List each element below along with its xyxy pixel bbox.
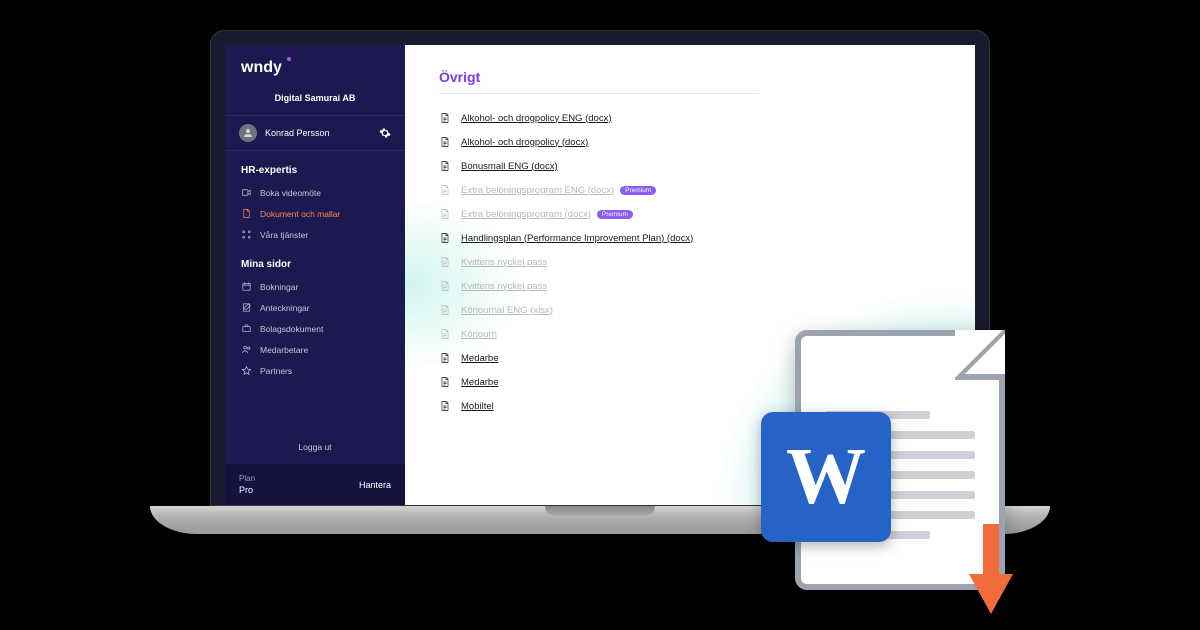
document-label: Alkohol- och drogpolicy (docx) xyxy=(461,137,588,148)
page-title: Övrigt xyxy=(439,69,975,85)
file-corner-icon xyxy=(955,330,1005,380)
user-row[interactable]: Konrad Persson xyxy=(225,115,405,151)
file-icon xyxy=(439,207,451,221)
document-label: Medarbe xyxy=(461,353,499,364)
file-icon xyxy=(439,279,451,293)
document-item[interactable]: Kvittens nyckel pass xyxy=(439,250,975,274)
document-item[interactable]: Alkohol- och drogpolicy (docx) xyxy=(439,130,975,154)
plan-label: Plan xyxy=(239,474,255,483)
file-icon xyxy=(439,183,451,197)
gear-icon[interactable] xyxy=(379,127,391,139)
file-icon xyxy=(439,351,451,365)
document-item[interactable]: Körjournal ENG (xlsx) xyxy=(439,298,975,322)
file-icon xyxy=(439,159,451,173)
word-app-icon: W xyxy=(761,412,891,542)
file-icon xyxy=(439,135,451,149)
user-name: Konrad Persson xyxy=(265,128,379,138)
note-icon xyxy=(241,302,252,313)
people-icon xyxy=(241,344,252,355)
plan-row: Plan Pro Hantera xyxy=(225,464,405,505)
document-label: Körjourn xyxy=(461,329,497,340)
sidebar-item-partners[interactable]: Partners xyxy=(225,360,405,381)
document-icon xyxy=(241,208,252,219)
document-item[interactable]: Alkohol- och drogpolicy ENG (docx) xyxy=(439,106,975,130)
briefcase-icon xyxy=(241,323,252,334)
document-file-icon: W xyxy=(795,330,1005,590)
plan-value: Pro xyxy=(239,485,255,495)
company-name: Digital Samurai AB xyxy=(225,87,405,115)
sidebar-item-medarbetare[interactable]: Medarbetare xyxy=(225,339,405,360)
sidebar-item-tjanster[interactable]: Våra tjänster xyxy=(225,224,405,245)
logo-dot-icon xyxy=(287,57,291,61)
document-item[interactable]: Extra belöningsprogram ENG (docx) Premium xyxy=(439,178,975,202)
document-label: Medarbe xyxy=(461,377,499,388)
sidebar: wndy Digital Samurai AB Konrad Persson H… xyxy=(225,45,405,505)
document-item[interactable]: Handlingsplan (Performance Improvement P… xyxy=(439,226,975,250)
document-label: Alkohol- och drogpolicy ENG (docx) xyxy=(461,113,611,124)
document-label: Extra belöningsprogram (docx) xyxy=(461,209,591,220)
section-title-mina: Mina sidor xyxy=(225,245,405,276)
sidebar-item-boka[interactable]: Boka videomöte xyxy=(225,182,405,203)
video-icon xyxy=(241,187,252,198)
avatar xyxy=(239,124,257,142)
file-icon xyxy=(439,303,451,317)
document-label: Körjournal ENG (xlsx) xyxy=(461,305,553,316)
document-label: Extra belöningsprogram ENG (docx) xyxy=(461,185,614,196)
file-icon xyxy=(439,399,451,413)
star-icon xyxy=(241,365,252,376)
sidebar-item-bokningar[interactable]: Bokningar xyxy=(225,276,405,297)
sidebar-item-bolagsdokument[interactable]: Bolagsdokument xyxy=(225,318,405,339)
file-icon xyxy=(439,375,451,389)
manage-link[interactable]: Hantera xyxy=(359,480,391,490)
document-label: Mobiltel xyxy=(461,401,494,412)
document-label: Kvittens nyckel pass xyxy=(461,257,547,268)
document-item[interactable]: Extra belöningsprogram (docx) Premium xyxy=(439,202,975,226)
logout-link[interactable]: Logga ut xyxy=(225,430,405,464)
sidebar-item-dokument[interactable]: Dokument och mallar xyxy=(225,203,405,224)
file-icon xyxy=(439,255,451,269)
section-title-hr: HR-expertis xyxy=(225,151,405,182)
document-label: Kvittens nyckel pass xyxy=(461,281,547,292)
services-icon xyxy=(241,229,252,240)
file-icon xyxy=(439,111,451,125)
file-icon xyxy=(439,231,451,245)
document-label: Handlingsplan (Performance Improvement P… xyxy=(461,233,693,244)
title-underline xyxy=(439,93,759,94)
premium-badge: Premium xyxy=(620,186,656,195)
document-item[interactable]: Bonusmall ENG (docx) xyxy=(439,154,975,178)
file-icon xyxy=(439,327,451,341)
download-arrow-icon xyxy=(963,524,1019,614)
calendar-icon xyxy=(241,281,252,292)
brand-logo[interactable]: wndy xyxy=(225,45,405,87)
document-label: Bonusmall ENG (docx) xyxy=(461,161,558,172)
document-item[interactable]: Kvittens nyckel pass xyxy=(439,274,975,298)
sidebar-item-anteckningar[interactable]: Anteckningar xyxy=(225,297,405,318)
premium-badge: Premium xyxy=(597,210,633,219)
word-download-overlay: W xyxy=(795,330,1005,590)
